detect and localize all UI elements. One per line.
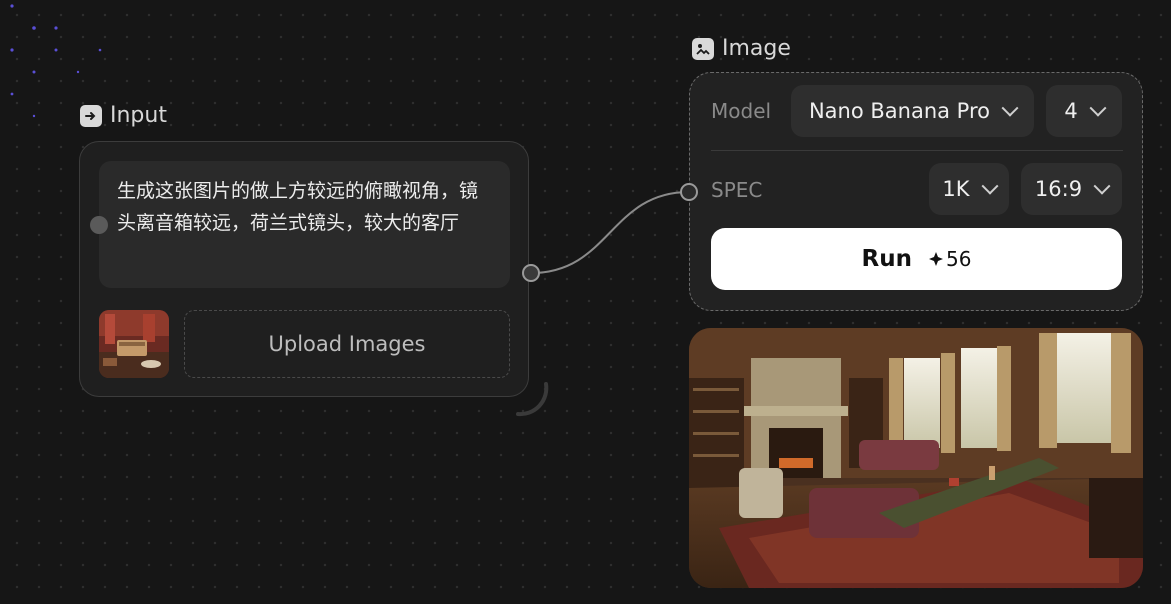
chevron-down-icon (1001, 99, 1019, 117)
chevron-down-icon (1093, 177, 1111, 195)
credit-amount: 56 (946, 247, 972, 271)
model-select[interactable]: Nano Banana Pro (791, 85, 1034, 137)
model-value: Nano Banana Pro (808, 99, 991, 123)
uploaded-image-thumbnail[interactable] (99, 310, 169, 378)
count-select[interactable]: 4 (1046, 85, 1122, 137)
generated-image[interactable] (689, 328, 1143, 588)
aspect-ratio-value: 16:9 (1034, 177, 1083, 201)
resize-handle[interactable] (510, 380, 550, 420)
model-label: Model (711, 99, 772, 123)
spec-label: SPEC (711, 178, 763, 202)
input-node[interactable]: 生成这张图片的做上方较远的俯瞰视角，镜头离音箱较远，荷兰式镜头，较大的客厅 Up… (79, 141, 529, 397)
image-icon (692, 37, 714, 60)
image-node-input-port[interactable] (680, 183, 698, 201)
resolution-select[interactable]: 1K (929, 163, 1009, 215)
run-button[interactable]: Run 56 (711, 228, 1122, 290)
image-node[interactable]: Model Nano Banana Pro 4 SPEC 1K 16:9 Run… (689, 72, 1143, 311)
input-node-left-port[interactable] (90, 216, 108, 234)
run-label: Run (861, 246, 912, 272)
divider (711, 150, 1123, 151)
image-node-title: Image (692, 36, 791, 61)
aspect-ratio-select[interactable]: 16:9 (1021, 163, 1122, 215)
prompt-textarea[interactable]: 生成这张图片的做上方较远的俯瞰视角，镜头离音箱较远，荷兰式镜头，较大的客厅 (99, 161, 510, 288)
enter-icon (80, 104, 102, 127)
resolution-value: 1K (942, 177, 970, 201)
count-value: 4 (1064, 99, 1078, 123)
input-title-text: Input (110, 103, 167, 128)
credit-cost: 56 (928, 247, 971, 271)
input-node-title: Input (80, 103, 167, 128)
credit-icon (929, 252, 943, 266)
chevron-down-icon (981, 177, 999, 195)
upload-images-button[interactable]: Upload Images (184, 310, 510, 378)
input-node-output-port[interactable] (522, 264, 540, 282)
image-title-text: Image (722, 36, 791, 61)
chevron-down-icon (1089, 99, 1107, 117)
